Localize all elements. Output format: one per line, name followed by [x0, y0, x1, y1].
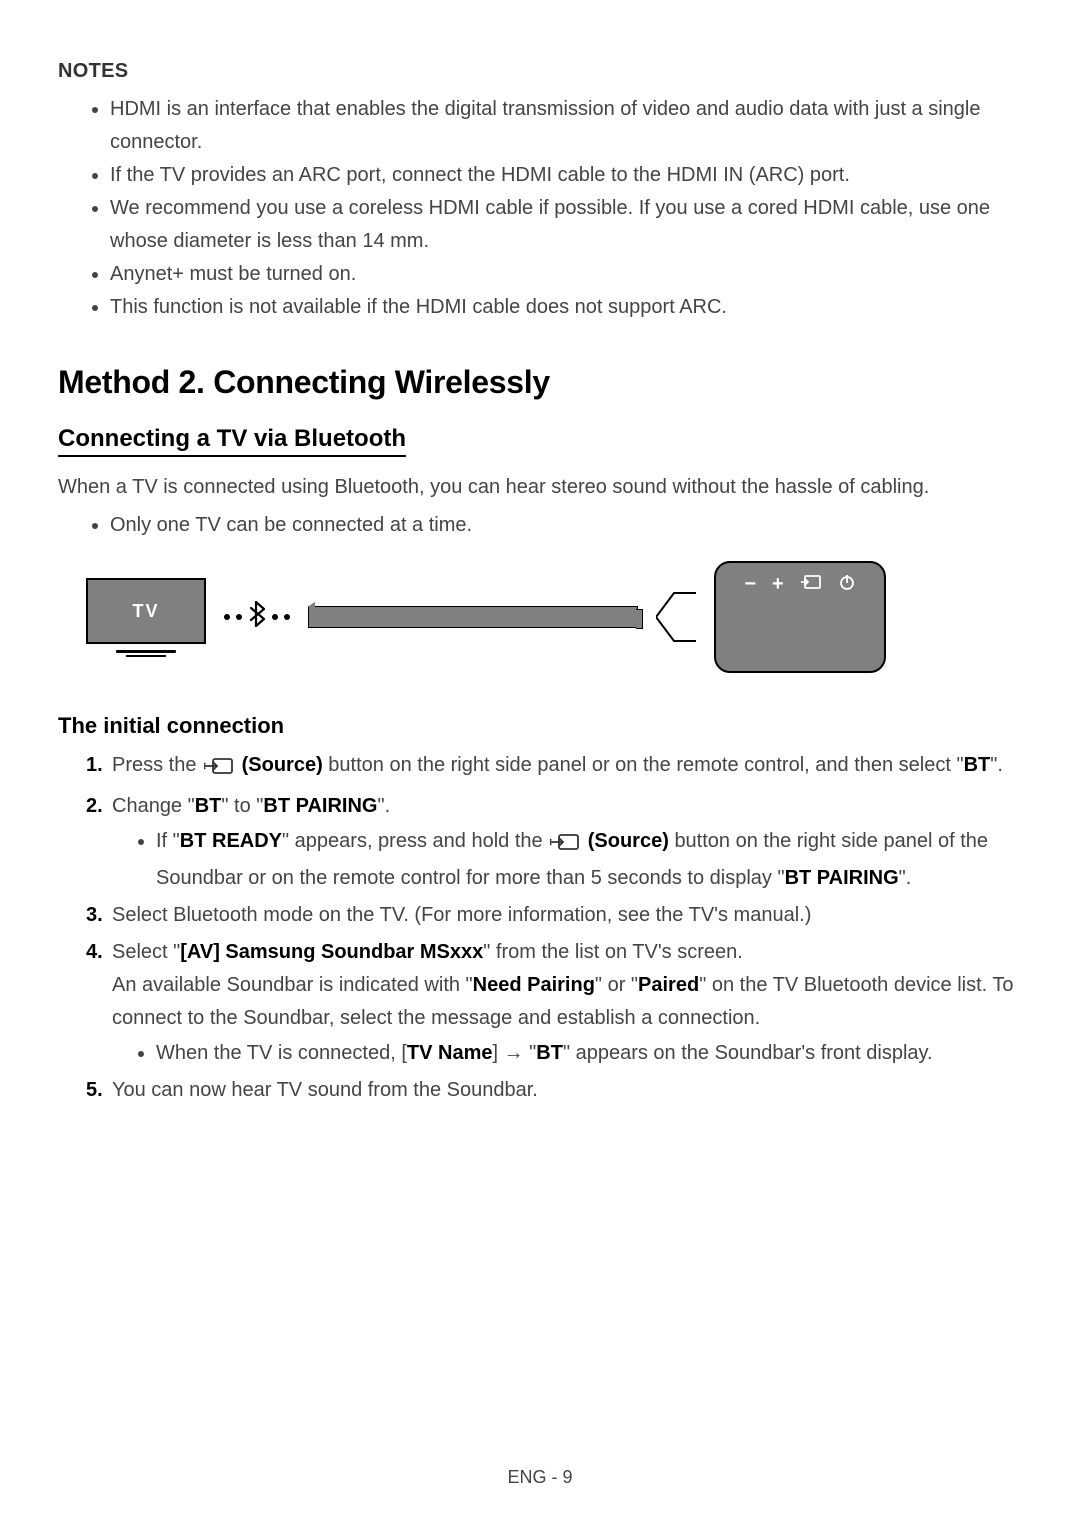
- step-2-text-c: ".: [377, 795, 390, 817]
- intro-bullet: Only one TV can be connected at a time.: [110, 509, 1022, 541]
- minus-icon: −: [744, 573, 756, 596]
- notes-heading: NOTES: [58, 60, 1022, 83]
- step-4-sub: When the TV is connected, [TV Name] → "B…: [156, 1037, 1022, 1070]
- step-4-line2-b: " or ": [595, 974, 638, 996]
- plus-icon: +: [772, 573, 784, 596]
- source-label: (Source): [588, 830, 669, 852]
- step-1: 1. Press the (Source) button on the righ…: [86, 749, 1022, 786]
- step-2: 2. Change "BT" to "BT PAIRING". If "BT R…: [86, 790, 1022, 895]
- step-3: 3. Select Bluetooth mode on the TV. (For…: [86, 899, 1022, 932]
- soundbar-icon: [308, 606, 638, 628]
- step-4: 4. Select "[AV] Samsung Soundbar MSxxx" …: [86, 936, 1022, 1070]
- step-4-text-b: " from the list on TV's screen.: [483, 941, 743, 963]
- note-item: HDMI is an interface that enables the di…: [110, 93, 1022, 159]
- intro-text: When a TV is connected using Bluetooth, …: [58, 471, 1022, 503]
- step-3-text: Select Bluetooth mode on the TV. (For mo…: [112, 904, 811, 926]
- step-5-text: You can now hear TV sound from the Sound…: [112, 1079, 538, 1101]
- bt-label: BT: [195, 795, 222, 817]
- step-2-sub: If "BT READY" appears, press and hold th…: [156, 825, 1022, 895]
- step-4-sublist: When the TV is connected, [TV Name] → "B…: [112, 1037, 1022, 1070]
- tv-name-label: TV Name: [407, 1042, 493, 1064]
- bt-pairing-label: BT PAIRING: [785, 867, 899, 889]
- tv-icon: TV: [86, 578, 206, 656]
- tv-screen: TV: [86, 578, 206, 644]
- notes-list: HDMI is an interface that enables the di…: [58, 93, 1022, 324]
- bt-pairing-label: BT PAIRING: [263, 795, 377, 817]
- side-panel-icon: − +: [714, 561, 886, 673]
- source-icon: [550, 829, 580, 862]
- paired-label: Paired: [638, 974, 699, 996]
- step-4-line2-a: An available Soundbar is indicated with …: [112, 974, 473, 996]
- step-1-text-b: button on the right side panel or on the…: [328, 754, 963, 776]
- power-icon: [838, 573, 856, 597]
- step-2-sub-b: " appears, press and hold the: [282, 830, 548, 852]
- bt-label: BT: [536, 1042, 563, 1064]
- step-2-text-a: Change ": [112, 795, 195, 817]
- note-item: We recommend you use a coreless HDMI cab…: [110, 192, 1022, 258]
- step-4-text-a: Select ": [112, 941, 180, 963]
- method-heading: Method 2. Connecting Wirelessly: [58, 364, 1022, 401]
- step-2-sublist: If "BT READY" appears, press and hold th…: [112, 825, 1022, 895]
- steps-list: 1. Press the (Source) button on the righ…: [58, 749, 1022, 1107]
- note-item: This function is not available if the HD…: [110, 291, 1022, 324]
- source-icon: [800, 573, 822, 597]
- source-label: (Source): [242, 754, 323, 776]
- bt-label: BT: [964, 754, 991, 776]
- intro-bullet-list: Only one TV can be connected at a time.: [58, 509, 1022, 541]
- source-icon: [204, 753, 234, 786]
- bluetooth-glyph-icon: [248, 600, 266, 628]
- step-5: 5. You can now hear TV sound from the So…: [86, 1074, 1022, 1107]
- note-item: If the TV provides an ARC port, connect …: [110, 159, 1022, 192]
- step-4-sub-b: ] → ": [492, 1042, 536, 1064]
- step-2-text-b: " to ": [221, 795, 263, 817]
- need-pairing-label: Need Pairing: [473, 974, 595, 996]
- connection-diagram: TV − +: [58, 561, 1022, 673]
- page-footer: ENG - 9: [0, 1467, 1080, 1488]
- note-item: Anynet+ must be turned on.: [110, 258, 1022, 291]
- bt-ready-label: BT READY: [180, 830, 282, 852]
- step-1-text-a: Press the: [112, 754, 202, 776]
- callout-lines: [656, 587, 696, 647]
- initial-connection-heading: The initial connection: [58, 713, 1022, 739]
- bluetooth-icon: [224, 600, 290, 635]
- step-4-sub-a: When the TV is connected, [: [156, 1042, 407, 1064]
- device-name-label: [AV] Samsung Soundbar MSxxx: [180, 941, 483, 963]
- step-1-text-c: ".: [990, 754, 1003, 776]
- step-2-sub-d: ".: [899, 867, 912, 889]
- sub-heading: Connecting a TV via Bluetooth: [58, 425, 406, 457]
- step-4-sub-c: " appears on the Soundbar's front displa…: [563, 1042, 933, 1064]
- step-2-sub-a: If ": [156, 830, 180, 852]
